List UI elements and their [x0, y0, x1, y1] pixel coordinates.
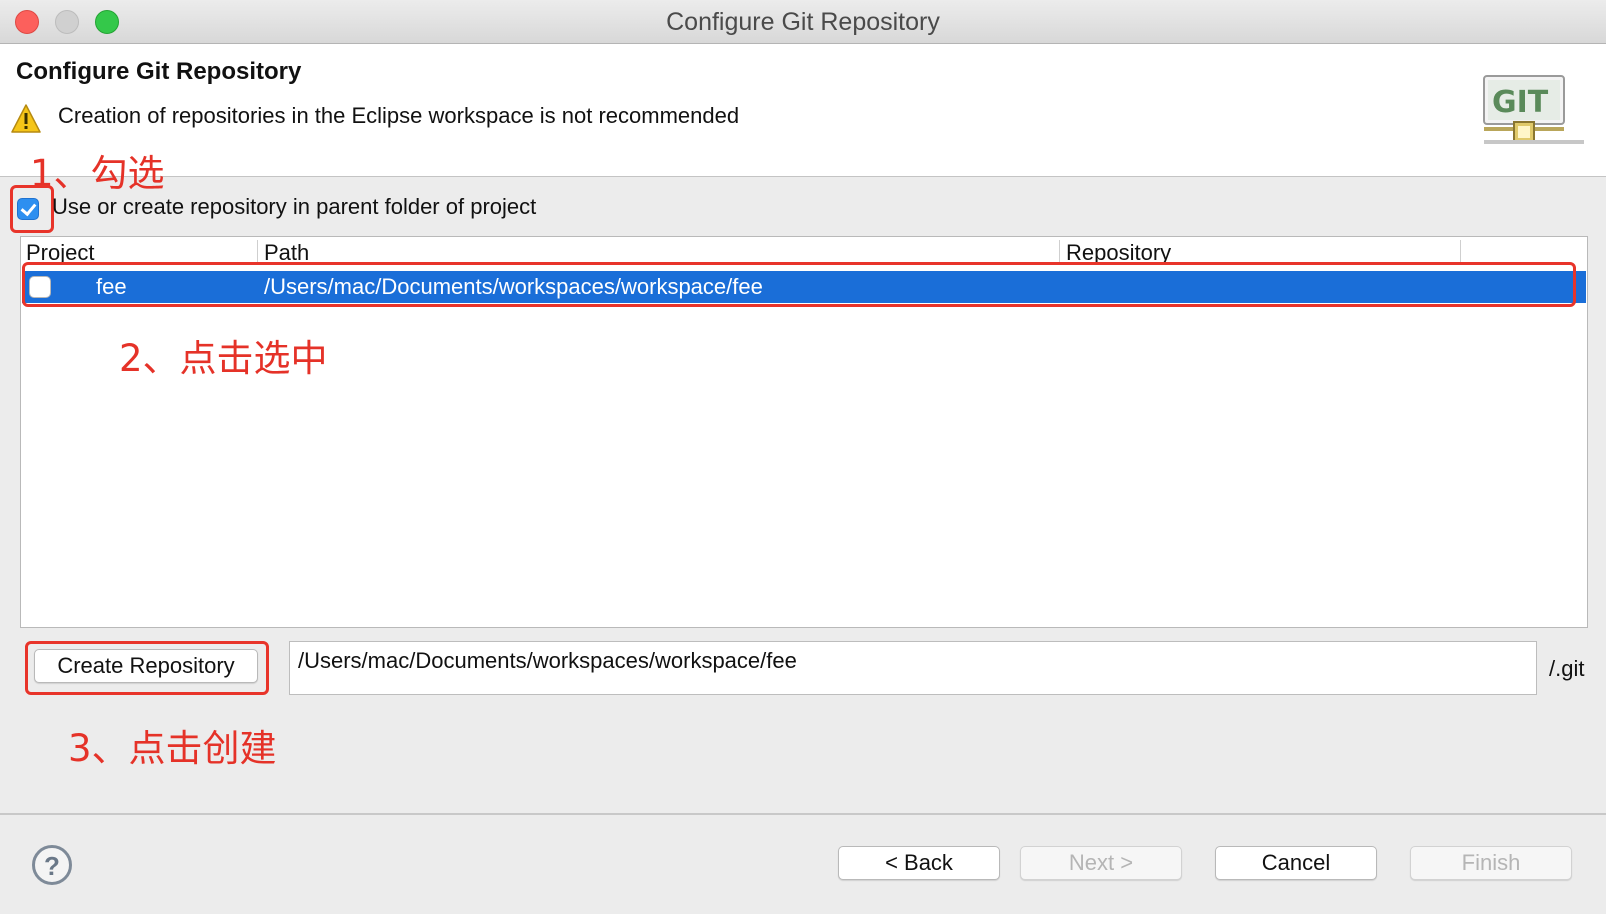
next-button[interactable]: Next > [1020, 846, 1182, 880]
warning-message: Creation of repositories in the Eclipse … [58, 103, 740, 128]
window-title: Configure Git Repository [666, 8, 940, 36]
use-parent-folder-label: Use or create repository in parent folde… [52, 194, 537, 219]
page-title: Configure Git Repository [16, 58, 302, 85]
column-divider [257, 240, 258, 262]
help-icon[interactable]: ? [32, 845, 72, 885]
repository-path-input[interactable]: /Users/mac/Documents/workspaces/workspac… [289, 641, 1537, 695]
annotation-highlight-create-button [25, 641, 269, 695]
cancel-button[interactable]: Cancel [1215, 846, 1377, 880]
annotation-highlight-checkbox [10, 185, 54, 233]
footer-divider [0, 813, 1606, 815]
git-logo-icon: GIT [1483, 75, 1584, 144]
git-suffix-label: /.git [1549, 656, 1585, 681]
column-divider [1460, 240, 1461, 262]
annotation-highlight-row [22, 262, 1576, 307]
git-logo-text: GIT [1492, 85, 1549, 120]
back-button[interactable]: < Back [838, 846, 1000, 880]
column-divider [1059, 240, 1060, 262]
annotation-step-2: 2、点击选中 [119, 337, 328, 380]
warning-icon [11, 104, 41, 133]
finish-button[interactable]: Finish [1410, 846, 1572, 880]
annotation-step-3: 3、点击创建 [68, 727, 277, 770]
